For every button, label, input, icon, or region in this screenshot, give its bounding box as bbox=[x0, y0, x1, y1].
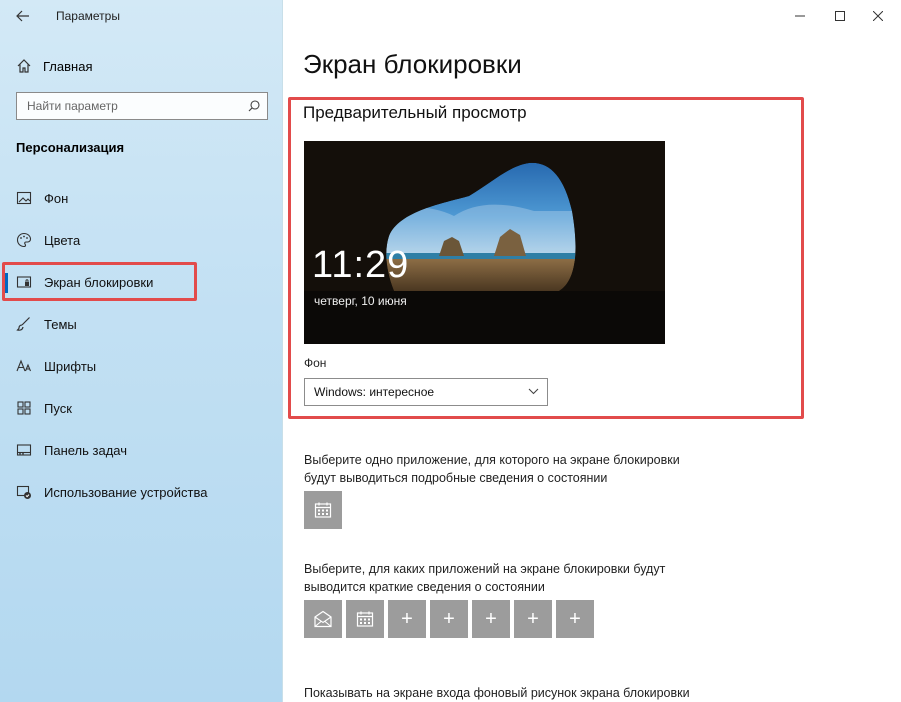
calendar-icon bbox=[314, 502, 332, 518]
start-icon bbox=[17, 401, 31, 415]
title-bar: Параметры bbox=[0, 0, 283, 32]
sidebar-item-themes[interactable]: Темы bbox=[0, 306, 283, 342]
search-input[interactable]: Найти параметр bbox=[16, 92, 268, 120]
sidebar-item-label: Использование устройства bbox=[44, 485, 208, 500]
background-label: Фон bbox=[304, 356, 327, 370]
preview-title: Предварительный просмотр bbox=[303, 103, 527, 122]
sidebar-item-taskbar[interactable]: Панель задач bbox=[0, 432, 283, 468]
brush-icon bbox=[16, 317, 30, 331]
mail-icon bbox=[314, 610, 332, 628]
page-title: Экран блокировки bbox=[303, 49, 522, 79]
close-icon bbox=[873, 11, 883, 21]
add-app-button[interactable]: + bbox=[472, 600, 510, 638]
background-selected-value: Windows: интересное bbox=[314, 385, 435, 399]
section-title: Персонализация bbox=[16, 140, 125, 155]
lock-screen-time: 11:29 bbox=[312, 244, 410, 286]
quick-status-mail-tile[interactable] bbox=[304, 600, 342, 638]
device-usage-icon bbox=[16, 485, 31, 499]
sidebar-item-fonts[interactable]: Шрифты bbox=[0, 348, 283, 384]
background-dropdown[interactable]: Windows: интересное bbox=[304, 378, 548, 406]
sidebar-item-label: Шрифты bbox=[44, 359, 97, 374]
image-icon bbox=[16, 191, 32, 205]
search-icon bbox=[248, 100, 260, 112]
sidebar-item-label: Экран блокировки bbox=[44, 275, 154, 290]
chevron-down-icon bbox=[528, 388, 539, 395]
palette-icon bbox=[16, 232, 32, 248]
back-arrow-icon bbox=[16, 10, 29, 22]
cave-beach-image bbox=[304, 141, 665, 344]
lock-screen-icon bbox=[16, 276, 32, 288]
sidebar-item-label: Темы bbox=[44, 317, 77, 332]
home-label: Главная bbox=[43, 58, 93, 74]
sidebar-item-background[interactable]: Фон bbox=[0, 180, 283, 216]
add-app-button[interactable]: + bbox=[514, 600, 552, 638]
maximize-icon bbox=[835, 11, 845, 21]
quick-status-description: Выберите, для каких приложений на экране… bbox=[304, 562, 666, 594]
lock-screen-preview bbox=[304, 141, 665, 344]
sidebar: Параметры Главная Найти параметр Персона… bbox=[0, 0, 283, 702]
home-link[interactable]: Главная bbox=[16, 56, 92, 76]
quick-status-calendar-tile[interactable] bbox=[346, 600, 384, 638]
add-app-button[interactable]: + bbox=[430, 600, 468, 638]
search-placeholder: Найти параметр bbox=[27, 99, 118, 113]
sidebar-item-label: Пуск bbox=[44, 401, 72, 416]
sidebar-item-device-usage[interactable]: Использование устройства bbox=[0, 474, 283, 510]
app-title: Параметры bbox=[56, 9, 120, 23]
home-icon bbox=[17, 59, 31, 73]
taskbar-icon bbox=[16, 444, 32, 456]
sidebar-item-label: Фон bbox=[44, 191, 69, 206]
signin-background-label: Показывать на экране входа фоновый рисун… bbox=[304, 686, 690, 700]
close-button[interactable] bbox=[855, 0, 901, 32]
sidebar-item-start[interactable]: Пуск bbox=[0, 390, 283, 426]
sidebar-item-label: Панель задач bbox=[44, 443, 128, 458]
font-icon bbox=[16, 359, 32, 372]
back-button[interactable] bbox=[12, 6, 34, 26]
add-app-button[interactable]: + bbox=[556, 600, 594, 638]
detailed-status-description: Выберите одно приложение, для которого н… bbox=[304, 453, 680, 485]
sidebar-item-label: Цвета bbox=[44, 233, 81, 248]
add-app-button[interactable]: + bbox=[388, 600, 426, 638]
sidebar-item-colors[interactable]: Цвета bbox=[0, 222, 283, 258]
minimize-icon bbox=[795, 15, 805, 17]
sidebar-item-lock-screen[interactable]: Экран блокировки bbox=[0, 264, 283, 300]
calendar-icon bbox=[356, 611, 374, 627]
detailed-status-app-tile[interactable] bbox=[304, 491, 342, 529]
lock-screen-date: четверг, 10 июня bbox=[314, 294, 407, 308]
